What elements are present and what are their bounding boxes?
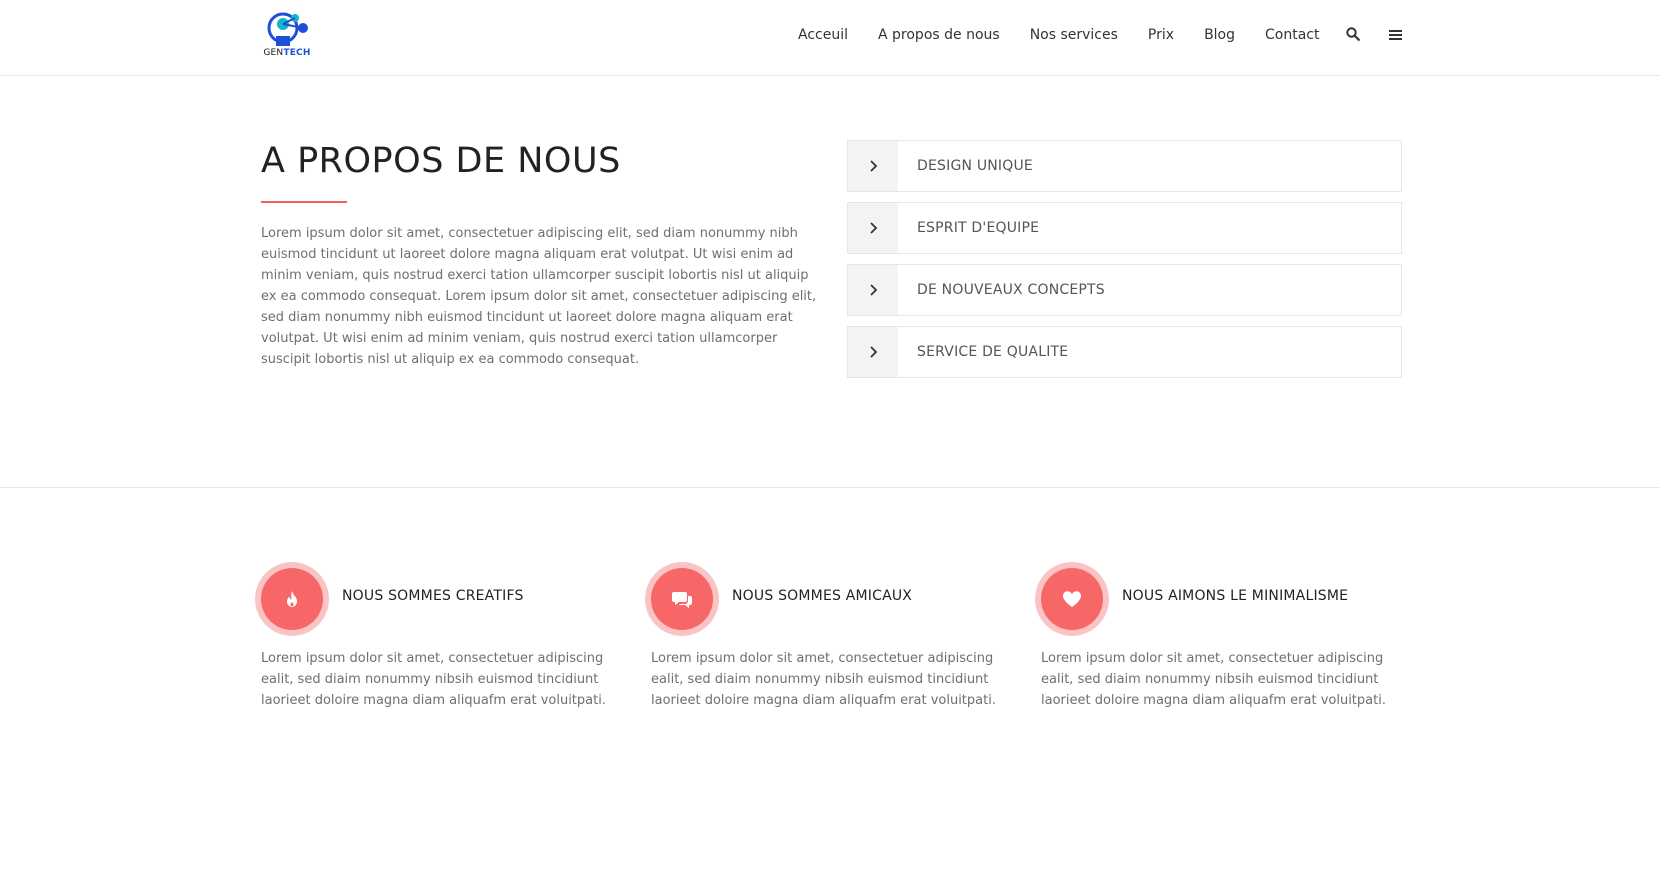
feature-text: Lorem ipsum dolor sit amet, consectetuer… — [651, 651, 996, 708]
feature-title: NOUS AIMONS LE MINIMALISME — [1122, 588, 1349, 604]
chevron-right-icon — [848, 141, 898, 191]
logo-icon — [267, 12, 308, 46]
accordion-label: ESPRIT D'EQUIPE — [917, 220, 1040, 236]
nav-blog[interactable]: Blog — [1204, 27, 1235, 43]
nav-acceuil[interactable]: Acceuil — [798, 27, 848, 43]
feature-text: Lorem ipsum dolor sit amet, consectetuer… — [1041, 651, 1386, 708]
main-nav: Acceuil A propos de nous Nos services Pr… — [798, 24, 1349, 46]
accordion-label: SERVICE DE QUALITE — [917, 344, 1069, 360]
nav-nos-services[interactable]: Nos services — [1030, 27, 1118, 43]
feature-title: NOUS SOMMES AMICAUX — [732, 588, 913, 604]
chat-bubbles-icon — [651, 568, 713, 630]
accordion-item-esprit-equipe[interactable]: ESPRIT D'EQUIPE — [847, 202, 1402, 254]
accordion-label: DESIGN UNIQUE — [917, 158, 1033, 174]
logo-text-tech: TECH — [283, 48, 311, 58]
accordion-item-service-qualite[interactable]: SERVICE DE QUALITE — [847, 326, 1402, 378]
flame-icon — [261, 568, 323, 630]
features-accordion: DESIGN UNIQUE ESPRIT D'EQUIPE DE NOUVEAU… — [847, 140, 1402, 388]
chevron-right-icon — [848, 203, 898, 253]
menu-icon[interactable] — [1389, 26, 1402, 45]
logo[interactable]: GENTECH — [261, 10, 313, 62]
title-underline — [261, 201, 347, 203]
nav-a-propos[interactable]: A propos de nous — [878, 27, 1000, 43]
section-divider — [0, 487, 1660, 488]
heart-icon — [1041, 568, 1103, 630]
nav-prix[interactable]: Prix — [1148, 27, 1174, 43]
about-paragraph: Lorem ipsum dolor sit amet, consectetuer… — [261, 226, 817, 367]
nav-contact[interactable]: Contact — [1265, 27, 1319, 43]
page-title: A PROPOS DE NOUS — [261, 141, 621, 181]
logo-text-gen: GEN — [263, 48, 284, 58]
site-header: GENTECH Acceuil A propos de nous Nos ser… — [0, 0, 1660, 76]
search-icon[interactable] — [1346, 26, 1360, 45]
feature-title: NOUS SOMMES CREATIFS — [342, 588, 524, 604]
accordion-item-design-unique[interactable]: DESIGN UNIQUE — [847, 140, 1402, 192]
accordion-item-nouveaux-concepts[interactable]: DE NOUVEAUX CONCEPTS — [847, 264, 1402, 316]
logo-text: GENTECH — [261, 48, 313, 58]
chevron-right-icon — [848, 265, 898, 315]
chevron-right-icon — [848, 327, 898, 377]
feature-text: Lorem ipsum dolor sit amet, consectetuer… — [261, 651, 606, 708]
accordion-label: DE NOUVEAUX CONCEPTS — [917, 282, 1105, 298]
